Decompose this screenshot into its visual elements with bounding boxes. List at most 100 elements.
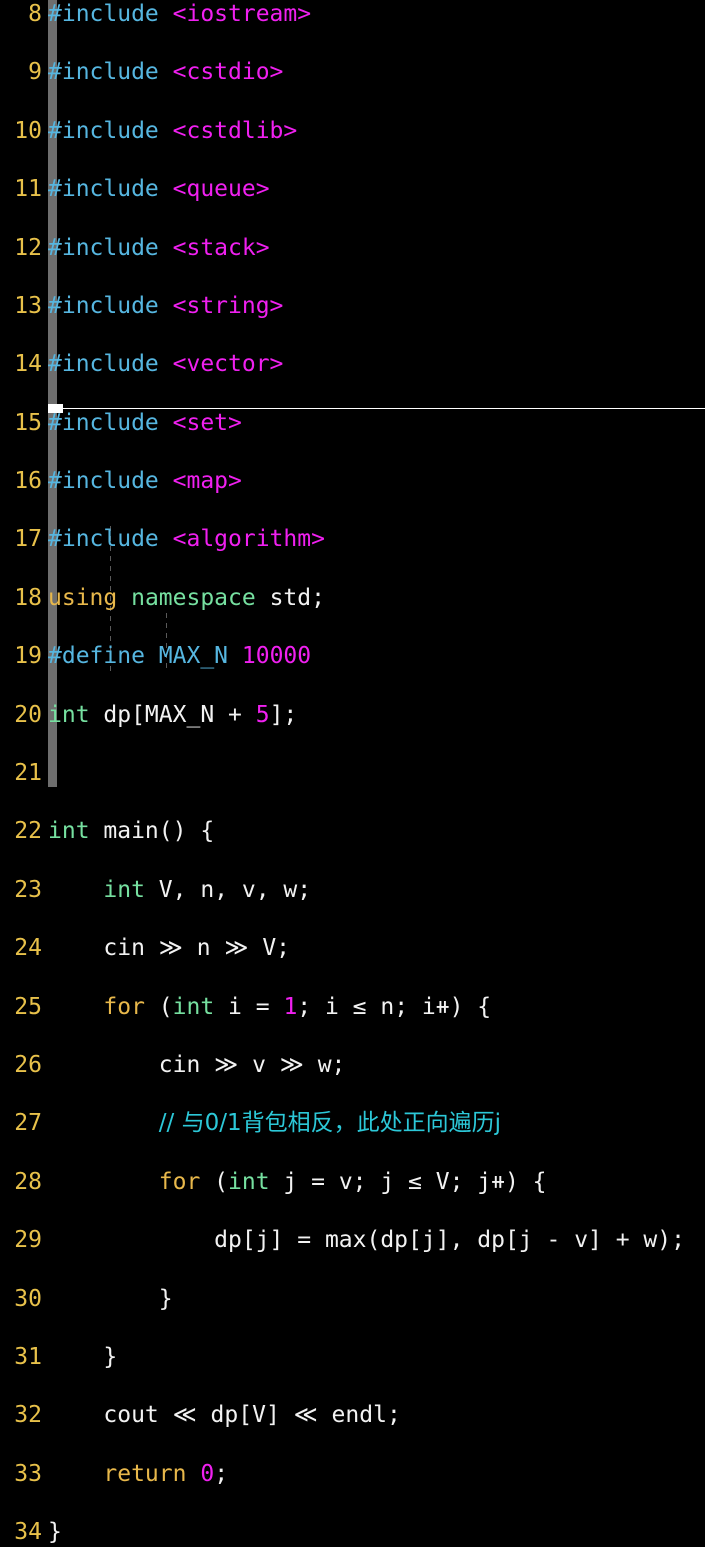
code-line[interactable]: 30 } <box>0 1285 705 1314</box>
code-line[interactable]: 12 #include <stack> <box>0 234 705 263</box>
code-token: for <box>103 993 145 1020</box>
code-line[interactable]: 9 #include <cstdio> <box>0 58 705 87</box>
line-text[interactable]: // 与0/1背包相反，此处正向遍历j <box>48 1109 501 1138</box>
code-token: 0 <box>200 1460 215 1487</box>
code-token: return <box>103 1460 201 1487</box>
line-text[interactable]: #include <queue> <box>48 175 270 204</box>
code-line[interactable]: 15 #include <set> <box>0 409 705 438</box>
code-token: ; i ≤ n; i⧺) { <box>297 993 492 1020</box>
code-token: <cstdlib> <box>172 117 298 144</box>
code-token: int <box>172 993 215 1020</box>
code-line[interactable]: 21 <box>0 759 705 788</box>
code-token: <algorithm> <box>172 526 325 553</box>
line-text[interactable]: using namespace std; <box>48 584 325 613</box>
code-line[interactable]: 8 #include <iostream> <box>0 0 705 29</box>
line-text[interactable]: #include <string> <box>48 292 283 321</box>
code-token: #include <box>48 234 173 261</box>
code-token: 10000 <box>241 643 312 670</box>
code-token: #define <box>48 643 159 670</box>
code-token: ; <box>214 1460 229 1487</box>
code-line[interactable]: 24 cin ≫ n ≫ V; <box>0 934 705 963</box>
code-line[interactable]: 27 // 与0/1背包相反，此处正向遍历j <box>0 1109 705 1138</box>
line-text[interactable]: for (int i = 1; i ≤ n; i⧺) { <box>48 993 491 1022</box>
code-line[interactable]: 10 #include <cstdlib> <box>0 117 705 146</box>
line-text[interactable]: #define MAX_N 10000 <box>48 642 311 671</box>
line-text[interactable]: #include <algorithm> <box>48 525 325 554</box>
line-text[interactable]: #include <vector> <box>48 350 283 379</box>
line-text[interactable]: #include <iostream> <box>48 0 311 29</box>
line-text[interactable]: #include <cstdio> <box>48 58 283 87</box>
line-number: 14 <box>14 351 42 378</box>
line-text[interactable]: #include <stack> <box>48 234 270 263</box>
line-text[interactable]: int V, n, v, w; <box>48 876 311 905</box>
line-number: 13 <box>14 292 42 319</box>
line-number: 18 <box>14 584 42 611</box>
code-token: #include <box>48 1 173 27</box>
code-token: #include <box>48 526 173 553</box>
code-token: #include <box>48 59 173 86</box>
line-number: 16 <box>14 468 42 495</box>
code-line[interactable]: 31 } <box>0 1343 705 1372</box>
line-number: 25 <box>14 993 42 1020</box>
line-text[interactable]: return 0; <box>48 1460 228 1489</box>
code-token: <iostream> <box>172 1 312 27</box>
code-line[interactable]: 26 cin ≫ v ≫ w; <box>0 1051 705 1080</box>
code-line[interactable]: 25 for (int i = 1; i ≤ n; i⧺) { <box>0 993 705 1022</box>
code-editor[interactable]: 8 #include <iostream> 9 #include <cstdio> 10… <box>0 0 705 1545</box>
line-number: 32 <box>14 1402 42 1429</box>
code-line[interactable]: 17 #include <algorithm> <box>0 525 705 554</box>
code-token: } <box>48 1343 118 1370</box>
line-text[interactable]: for (int j = v; j ≤ V; j⧺) { <box>48 1168 547 1197</box>
code-line[interactable]: 19 #define MAX_N 10000 <box>0 642 705 671</box>
code-token: MAX_N <box>158 643 242 670</box>
line-text[interactable]: #include <cstdlib> <box>48 117 297 146</box>
code-lines-container[interactable]: 8 #include <iostream> 9 #include <cstdio> 10… <box>0 0 705 1545</box>
line-number: 29 <box>14 1227 42 1254</box>
line-number: 11 <box>14 176 42 203</box>
line-text[interactable]: dp[j] = max(dp[j], dp[j - v] + w); <box>48 1226 685 1255</box>
code-token: #include <box>48 117 173 144</box>
code-token: int <box>48 818 104 845</box>
line-number: 12 <box>14 234 42 261</box>
code-token: #include <box>48 292 173 319</box>
code-line[interactable]: 34} <box>0 1518 705 1547</box>
code-token: <vector> <box>172 351 284 378</box>
line-text[interactable]: } <box>48 1518 62 1547</box>
line-number: 26 <box>14 1051 42 1078</box>
line-text[interactable]: int dp[MAX_N + 5]; <box>48 701 297 730</box>
line-number: 31 <box>14 1343 42 1370</box>
line-text[interactable]: #include <map> <box>48 467 242 496</box>
code-line[interactable]: 11 #include <queue> <box>0 175 705 204</box>
code-line[interactable]: 22 int main() { <box>0 817 705 846</box>
line-text[interactable]: } <box>48 1343 117 1372</box>
code-line[interactable]: 32 cout ≪ dp[V] ≪ endl; <box>0 1401 705 1430</box>
code-line[interactable]: 14 #include <vector> <box>0 350 705 379</box>
line-text[interactable]: cin ≫ v ≫ w; <box>48 1051 346 1080</box>
line-text[interactable]: } <box>48 1285 173 1314</box>
code-line[interactable]: 33 return 0; <box>0 1460 705 1489</box>
line-text[interactable]: cout ≪ dp[V] ≪ endl; <box>48 1401 400 1430</box>
code-token: namespace <box>131 584 270 611</box>
line-text[interactable]: #include <set> <box>48 409 242 438</box>
code-line[interactable]: 28 for (int j = v; j ≤ V; j⧺) { <box>0 1168 705 1197</box>
code-token: ]; <box>269 701 298 728</box>
code-line[interactable]: 13 #include <string> <box>0 292 705 321</box>
fold-toggle-marker[interactable] <box>48 403 63 413</box>
code-token: cin ≫ v ≫ w; <box>48 1051 346 1078</box>
code-token: #include <box>48 468 173 495</box>
code-token: <set> <box>172 409 242 436</box>
code-token: 1 <box>283 993 298 1020</box>
code-line[interactable]: 29 dp[j] = max(dp[j], dp[j - v] + w); <box>0 1226 705 1255</box>
line-text[interactable]: int main() { <box>48 817 214 846</box>
code-line[interactable]: 18 using namespace std; <box>0 584 705 613</box>
code-line[interactable]: 20 int dp[MAX_N + 5]; <box>0 701 705 730</box>
code-token: <stack> <box>172 234 270 261</box>
code-line[interactable]: 23 int V, n, v, w; <box>0 876 705 905</box>
line-number: 9 <box>28 59 42 86</box>
line-text[interactable]: cin ≫ n ≫ V; <box>48 934 290 963</box>
line-number: 34 <box>14 1519 42 1546</box>
code-line[interactable]: 16 #include <map> <box>0 467 705 496</box>
